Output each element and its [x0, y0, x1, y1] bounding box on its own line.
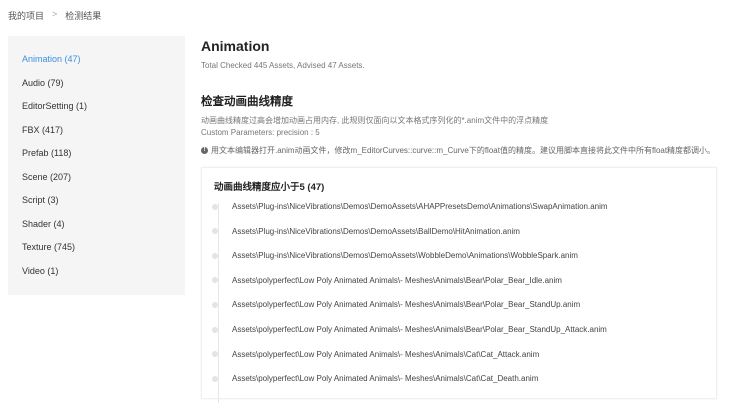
timeline-dot-icon: [212, 203, 218, 210]
asset-list-item[interactable]: Assets\polyperfect\Low Poly Animated Ani…: [212, 350, 539, 359]
asset-list-item[interactable]: Assets\Plug-ins\NiceVibrations\Demos\Dem…: [212, 227, 520, 236]
rule-description: 动画曲线精度过高会增加动画占用内存, 此规则仅面向以文本格式序列化的*.anim…: [201, 116, 549, 125]
sidebar-item-texture[interactable]: Texture (745): [8, 240, 185, 264]
result-card: 动画曲线精度应小于5 (47) Assets\Plug-ins\NiceVibr…: [201, 167, 717, 403]
asset-path: Assets\Plug-ins\NiceVibrations\Demos\Dem…: [232, 251, 578, 261]
timeline-dot-icon: [212, 252, 218, 259]
breadcrumb-separator: >: [52, 9, 58, 19]
asset-list-item[interactable]: Assets\Plug-ins\NiceVibrations\Demos\Dem…: [212, 202, 608, 211]
asset-path: Assets\polyperfect\Low Poly Animated Ani…: [232, 300, 581, 310]
timeline-dot-icon: [212, 228, 218, 235]
card-title: 动画曲线精度应小于5 (47): [214, 182, 325, 193]
asset-path: Assets\Plug-ins\NiceVibrations\Demos\Dem…: [232, 202, 608, 211]
sidebar-item-prefab[interactable]: Prefab (118): [8, 146, 185, 170]
rule-params: Custom Parameters: precision : 5: [201, 128, 320, 137]
timeline-dot-icon: [212, 277, 218, 284]
asset-list-item[interactable]: Assets\polyperfect\Low Poly Animated Ani…: [212, 276, 562, 285]
breadcrumb-my-projects[interactable]: 我的项目: [8, 9, 44, 22]
tip-text: 用文本编辑器打开.anim动画文件，修改m_EditorCurves::curv…: [211, 146, 716, 155]
sidebar-item-shader[interactable]: Shader (4): [8, 217, 185, 241]
timeline-dot-icon: [212, 375, 218, 382]
sidebar-item-fbx[interactable]: FBX (417): [8, 123, 185, 147]
sidebar-item-audio[interactable]: Audio (79): [8, 76, 185, 100]
sidebar-item-script[interactable]: Script (3): [8, 193, 185, 217]
timeline-dot-icon: [212, 326, 218, 333]
sidebar-item-video[interactable]: Video (1): [8, 264, 185, 288]
sidebar-item-scene[interactable]: Scene (207): [8, 170, 185, 194]
asset-path: Assets\polyperfect\Low Poly Animated Ani…: [232, 325, 607, 334]
asset-path: Assets\polyperfect\Low Poly Animated Ani…: [232, 349, 540, 359]
asset-list-item[interactable]: Assets\polyperfect\Low Poly Animated Ani…: [212, 325, 607, 334]
asset-list-item[interactable]: Assets\Plug-ins\NiceVibrations\Demos\Dem…: [212, 251, 578, 260]
rule-tip: ! 用文本编辑器打开.anim动画文件，修改m_EditorCurves::cur…: [201, 145, 721, 156]
asset-path: Assets\polyperfect\Low Poly Animated Ani…: [232, 374, 539, 384]
main-content: Animation Total Checked 445 Assets, Advi…: [201, 38, 721, 156]
page-title: Animation: [201, 38, 270, 54]
summary-text: Total Checked 445 Assets, Advised 47 Ass…: [201, 61, 365, 70]
sidebar-item-animation[interactable]: Animation (47): [8, 52, 185, 76]
asset-path: Assets\polyperfect\Low Poly Animated Ani…: [232, 275, 562, 285]
timeline-dot-icon: [212, 301, 218, 308]
sidebar-item-editorsetting[interactable]: EditorSetting (1): [8, 99, 185, 123]
timeline-dot-icon: [212, 351, 218, 358]
asset-path: Assets\Plug-ins\NiceVibrations\Demos\Dem…: [232, 226, 520, 236]
asset-list-item[interactable]: Assets\polyperfect\Low Poly Animated Ani…: [212, 374, 538, 383]
rule-title: 检查动画曲线精度: [201, 96, 293, 108]
info-icon: !: [201, 147, 208, 154]
breadcrumb: 我的项目 > 检测结果: [8, 9, 101, 22]
asset-list-item[interactable]: Assets\polyperfect\Low Poly Animated Ani…: [212, 300, 580, 309]
category-sidebar: Animation (47) Audio (79) EditorSetting …: [8, 36, 185, 295]
breadcrumb-results: 检测结果: [65, 11, 102, 21]
